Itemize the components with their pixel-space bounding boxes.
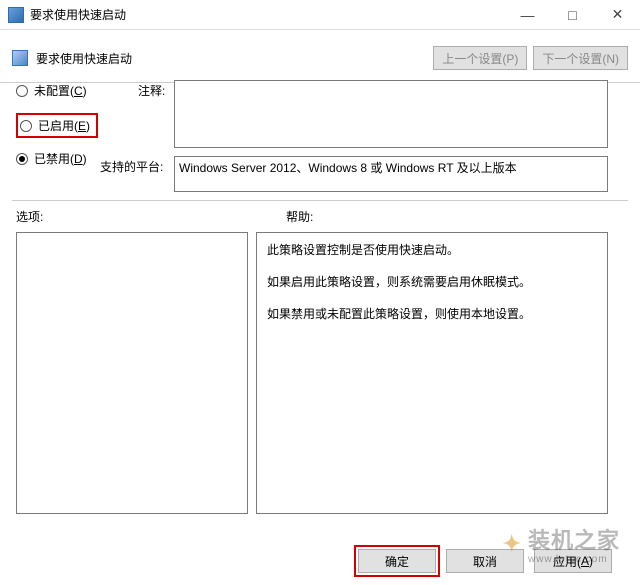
apply-button[interactable]: 应用(A): [534, 549, 612, 573]
policy-icon: [12, 50, 28, 66]
help-panel: 此策略设置控制是否使用快速启动。 如果启用此策略设置，则系统需要启用休眠模式。 …: [256, 232, 608, 514]
radio-label: 已启用(E): [38, 117, 90, 134]
radio-enabled[interactable]: 已启用(E): [20, 117, 90, 134]
header-bar: 要求使用快速启动 上一个设置(P) 下一个设置(N): [0, 30, 640, 78]
help-paragraph: 此策略设置控制是否使用快速启动。: [267, 241, 597, 259]
app-icon: [8, 7, 24, 23]
cancel-button[interactable]: 取消: [446, 549, 524, 573]
dialog-footer: 确定 取消 应用(A): [0, 549, 640, 573]
ok-button[interactable]: 确定: [358, 549, 436, 573]
label-help: 帮助:: [286, 208, 313, 225]
radio-disabled[interactable]: 已禁用(D): [16, 150, 108, 167]
prev-setting-button[interactable]: 上一个设置(P): [433, 46, 527, 70]
radio-not-configured[interactable]: 未配置(C): [16, 82, 108, 99]
label-platform: 支持的平台:: [100, 158, 163, 175]
state-radios: 未配置(C) 已启用(E) 已禁用(D): [16, 82, 108, 181]
close-button[interactable]: ✕: [595, 0, 640, 29]
options-panel: [16, 232, 248, 514]
radio-icon: [20, 120, 32, 132]
divider: [12, 200, 628, 201]
radio-icon: [16, 153, 28, 165]
policy-title: 要求使用快速启动: [36, 50, 433, 67]
minimize-button[interactable]: —: [505, 0, 550, 29]
titlebar: 要求使用快速启动 — □ ✕: [0, 0, 640, 30]
help-paragraph: 如果启用此策略设置，则系统需要启用休眠模式。: [267, 273, 597, 291]
maximize-button[interactable]: □: [550, 0, 595, 29]
help-paragraph: 如果禁用或未配置此策略设置，则使用本地设置。: [267, 305, 597, 323]
label-options: 选项:: [16, 208, 43, 225]
comment-textarea[interactable]: [174, 80, 608, 148]
radio-label: 已禁用(D): [34, 150, 87, 167]
next-setting-button[interactable]: 下一个设置(N): [533, 46, 628, 70]
highlight-box: 已启用(E): [16, 113, 98, 138]
window-title: 要求使用快速启动: [30, 6, 505, 23]
radio-label: 未配置(C): [34, 82, 87, 99]
platform-text: Windows Server 2012、Windows 8 或 Windows …: [174, 156, 608, 192]
radio-icon: [16, 85, 28, 97]
window-controls: — □ ✕: [505, 0, 640, 29]
label-comment: 注释:: [138, 82, 165, 99]
